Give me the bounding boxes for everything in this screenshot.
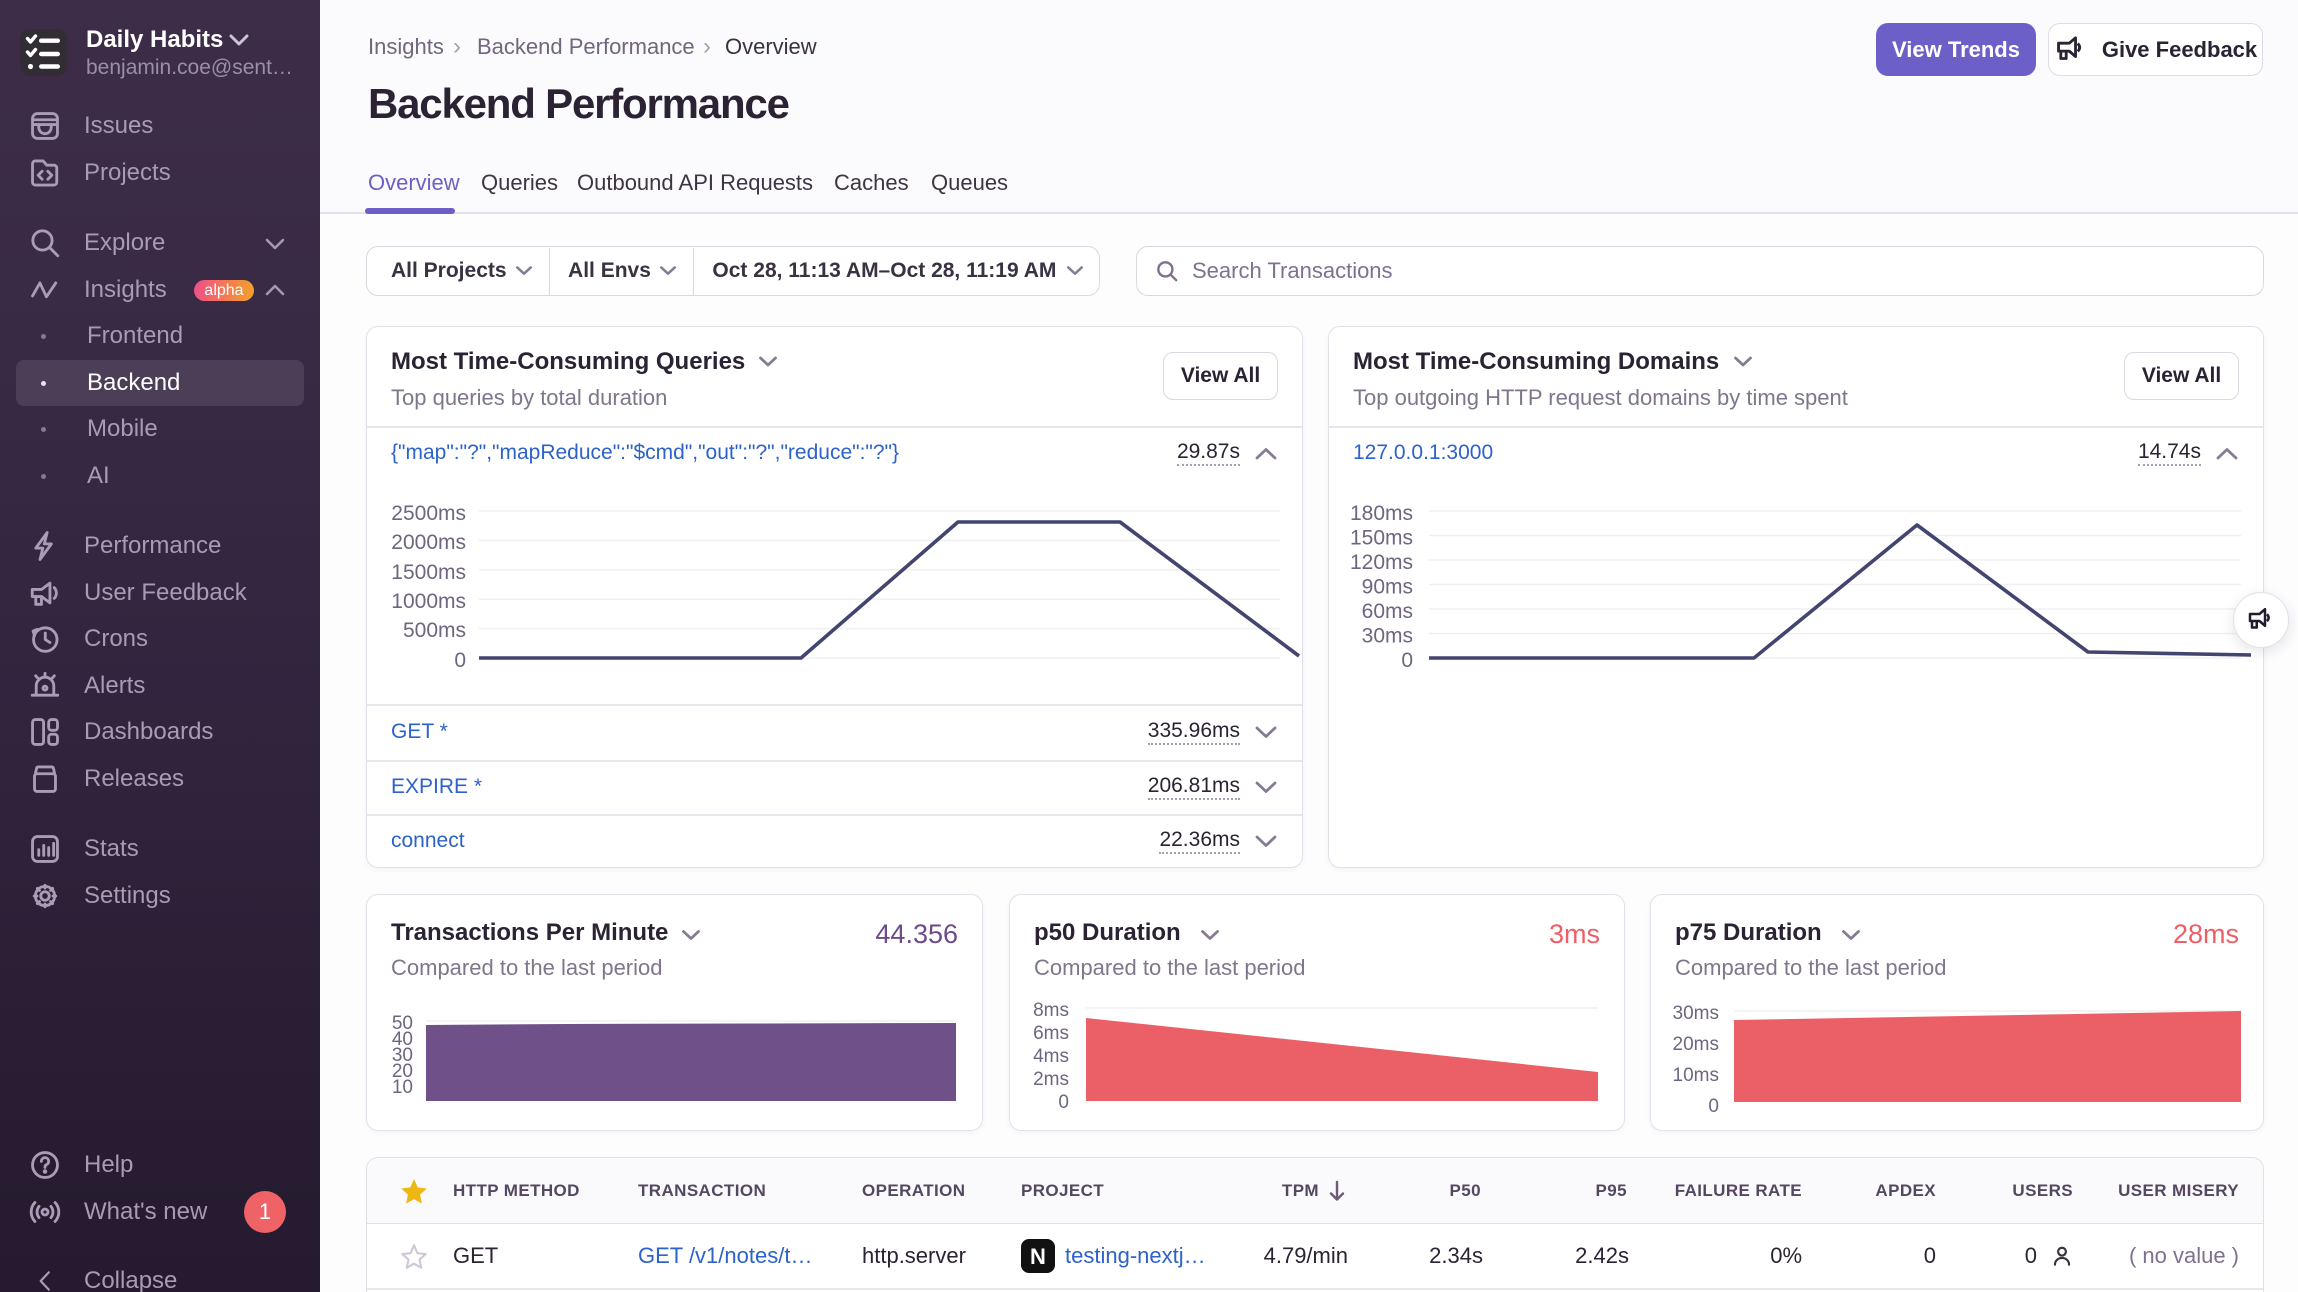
svg-text:2500ms: 2500ms: [391, 502, 466, 525]
svg-text:60ms: 60ms: [1362, 600, 1413, 623]
svg-text:30ms: 30ms: [1673, 1003, 1719, 1024]
svg-text:10ms: 10ms: [1673, 1065, 1719, 1086]
svg-text:90ms: 90ms: [1362, 576, 1413, 599]
svg-text:10: 10: [392, 1077, 413, 1098]
svg-text:20ms: 20ms: [1673, 1034, 1719, 1055]
svg-text:1000ms: 1000ms: [391, 590, 466, 613]
svg-text:2ms: 2ms: [1033, 1069, 1069, 1090]
svg-text:0: 0: [454, 649, 466, 672]
svg-text:1500ms: 1500ms: [391, 561, 466, 584]
svg-text:2000ms: 2000ms: [391, 531, 466, 554]
svg-text:0: 0: [1708, 1096, 1719, 1115]
svg-text:0: 0: [1401, 649, 1413, 672]
svg-text:4ms: 4ms: [1033, 1046, 1069, 1067]
svg-text:8ms: 8ms: [1033, 1000, 1069, 1021]
svg-text:500ms: 500ms: [403, 619, 466, 642]
svg-text:6ms: 6ms: [1033, 1023, 1069, 1044]
svg-text:180ms: 180ms: [1350, 502, 1413, 525]
svg-text:N: N: [1030, 1244, 1046, 1269]
svg-text:0: 0: [1058, 1092, 1069, 1113]
svg-text:150ms: 150ms: [1350, 527, 1413, 550]
svg-text:120ms: 120ms: [1350, 551, 1413, 574]
svg-text:30ms: 30ms: [1362, 625, 1413, 648]
